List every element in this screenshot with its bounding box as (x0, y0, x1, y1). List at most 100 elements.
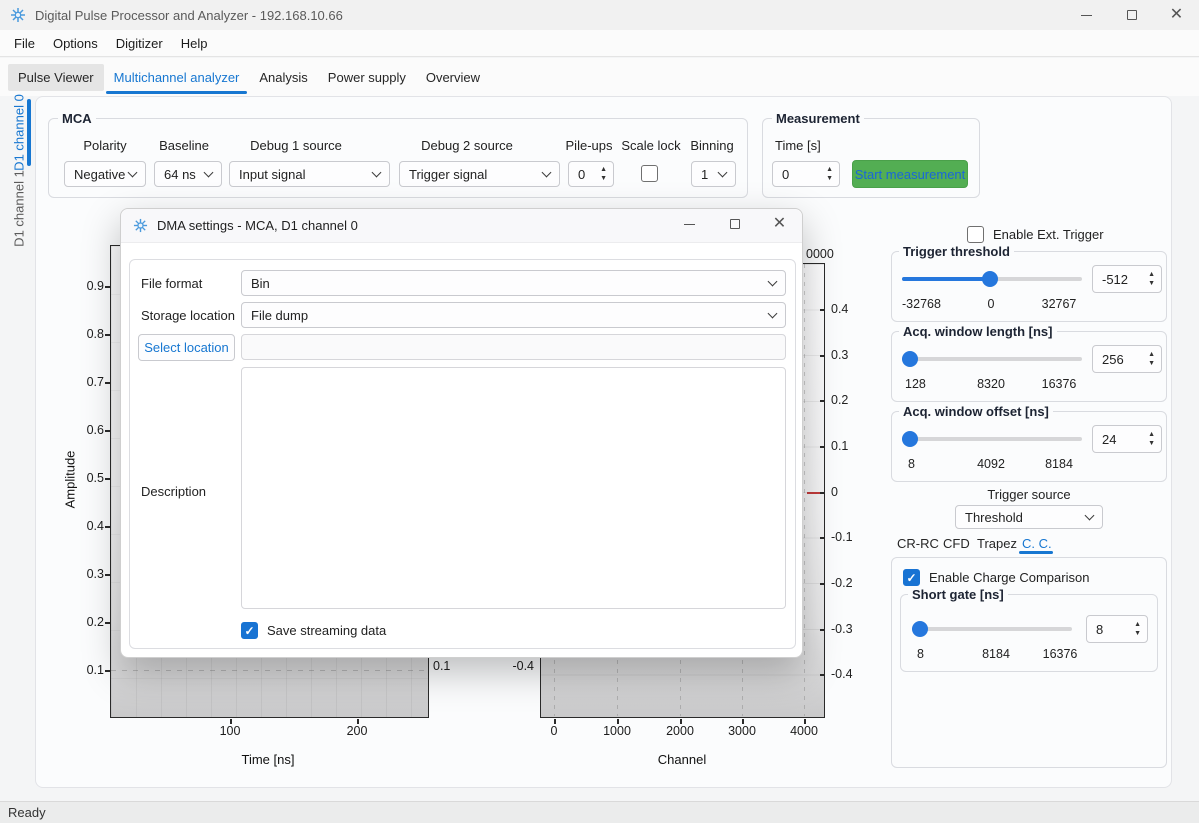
tick (105, 286, 110, 288)
acq-window-offset-slider-knob[interactable] (902, 431, 918, 447)
acq-window-length-slider-knob[interactable] (902, 351, 918, 367)
chevron-down-icon (768, 308, 778, 318)
acq-window-length-spinner[interactable]: 256 ▲▼ (1092, 345, 1162, 373)
y-tick: 0.3 (78, 567, 104, 581)
tab-charge-comparison[interactable]: C. C. (1022, 536, 1052, 551)
dialog-title: DMA settings - MCA, D1 channel 0 (157, 218, 358, 233)
start-measurement-label: Start measurement (855, 167, 966, 182)
trigger-threshold-slider-knob[interactable] (982, 271, 998, 287)
polarity-select[interactable]: Negative (64, 161, 146, 187)
spinner-arrows-icon[interactable]: ▲▼ (600, 167, 607, 182)
enable-ext-trigger-checkbox[interactable] (967, 226, 984, 243)
main-tab-bar: Pulse Viewer Multichannel analyzer Analy… (0, 58, 1199, 96)
baseline-select[interactable]: 64 ns (154, 161, 222, 187)
close-button[interactable]: ✕ (1154, 0, 1199, 30)
enable-charge-comparison-checkbox[interactable]: ✓ (903, 569, 920, 586)
dma-settings-dialog: DMA settings - MCA, D1 channel 0 ✕ File … (120, 208, 803, 658)
tab-cfd[interactable]: CFD (943, 536, 970, 551)
y-tick: 0.1 (831, 439, 848, 453)
y-tick: -0.4 (831, 667, 853, 681)
debug1-source-select[interactable]: Input signal (229, 161, 390, 187)
menu-options[interactable]: Options (44, 32, 107, 55)
time-spinner[interactable]: 0 ▲▼ (772, 161, 840, 187)
trigger-threshold-title: Trigger threshold (899, 244, 1014, 259)
tab-trapez[interactable]: Trapez (977, 536, 1017, 551)
tab-multichannel-label: Multichannel analyzer (114, 70, 240, 85)
dialog-minimize-button[interactable] (667, 209, 712, 239)
description-textarea[interactable] (241, 367, 786, 609)
menu-digitizer[interactable]: Digitizer (107, 32, 172, 55)
tick (105, 334, 110, 336)
channel-tab-d1-channel-1[interactable]: D1 channel 1 (12, 154, 27, 264)
short-gate-spinner[interactable]: 8 ▲▼ (1086, 615, 1148, 643)
application-window: Digital Pulse Processor and Analyzer - 1… (0, 0, 1199, 823)
tab-analysis[interactable]: Analysis (249, 64, 317, 91)
acq-window-offset-spinner[interactable]: 24 ▲▼ (1092, 425, 1162, 453)
dialog-title-bar[interactable]: DMA settings - MCA, D1 channel 0 ✕ (121, 209, 802, 243)
save-streaming-data-label: Save streaming data (267, 623, 386, 638)
storage-location-select[interactable]: File dump (241, 302, 786, 328)
pileups-spinner[interactable]: 0 ▲▼ (568, 161, 614, 187)
maximize-button[interactable] (1109, 0, 1154, 30)
dialog-maximize-button[interactable] (712, 209, 757, 239)
binning-label: Binning (690, 138, 733, 153)
start-measurement-button[interactable]: Start measurement (852, 160, 968, 188)
polarity-label: Polarity (83, 138, 126, 153)
y-tick: 0.1 (78, 663, 104, 677)
tab-power-supply[interactable]: Power supply (318, 64, 416, 91)
app-icon (133, 218, 148, 233)
y-tick: 0.9 (78, 279, 104, 293)
title-bar: Digital Pulse Processor and Analyzer - 1… (0, 0, 1199, 30)
mca-group (48, 118, 748, 198)
trigger-threshold-spinner[interactable]: -512 ▲▼ (1092, 265, 1162, 293)
file-format-value: Bin (251, 276, 270, 291)
tab-crrc[interactable]: CR-RC (897, 536, 939, 551)
location-path-input[interactable] (241, 334, 786, 360)
close-icon: ✕ (1170, 7, 1183, 23)
spinner-arrows-icon[interactable]: ▲▼ (1148, 352, 1155, 367)
short-gate-slider-knob[interactable] (912, 621, 928, 637)
maximize-icon (730, 219, 740, 229)
short-gate-value: 8 (1096, 622, 1103, 637)
menu-file[interactable]: File (5, 32, 44, 55)
spinner-arrows-icon[interactable]: ▲▼ (826, 167, 833, 182)
trigger-source-select[interactable]: Threshold (955, 505, 1103, 529)
tab-multichannel-analyzer[interactable]: Multichannel analyzer (104, 64, 250, 91)
chevron-down-icon (768, 276, 778, 286)
spinner-arrows-icon[interactable]: ▲▼ (1148, 432, 1155, 447)
menu-help[interactable]: Help (172, 32, 217, 55)
select-location-button[interactable]: Select location (138, 334, 235, 361)
spinner-arrows-icon[interactable]: ▲▼ (1148, 272, 1155, 287)
minimize-button[interactable] (1064, 0, 1109, 30)
binning-select[interactable]: 1 (691, 161, 736, 187)
dialog-close-button[interactable]: ✕ (757, 209, 802, 239)
tab-overview[interactable]: Overview (416, 64, 490, 91)
clipped-count-label: 0000 (806, 247, 834, 261)
tick (820, 446, 825, 448)
tick (105, 622, 110, 624)
description-label: Description (141, 484, 206, 499)
slider-mid-label: 8184 (982, 647, 1010, 661)
debug2-source-select[interactable]: Trigger signal (399, 161, 560, 187)
acq-window-offset-value: 24 (1102, 432, 1116, 447)
window-title: Digital Pulse Processor and Analyzer - 1… (35, 8, 343, 23)
gridline (111, 670, 427, 671)
y-tick: -0.1 (831, 530, 853, 544)
scale-lock-checkbox[interactable] (641, 165, 658, 182)
debug2-source-label: Debug 2 source (421, 138, 513, 153)
spinner-arrows-icon[interactable]: ▲▼ (1134, 622, 1141, 637)
save-streaming-data-checkbox[interactable]: ✓ (241, 622, 258, 639)
pileups-value: 0 (578, 167, 585, 182)
file-format-select[interactable]: Bin (241, 270, 786, 296)
acq-window-length-slider[interactable] (902, 357, 1082, 361)
time-value: 0 (782, 167, 789, 182)
acq-window-offset-slider[interactable] (902, 437, 1082, 441)
tick (105, 478, 110, 480)
short-gate-slider[interactable] (912, 627, 1072, 631)
left-axis-tick: -0.4 (508, 659, 534, 673)
y-tick: 0.2 (831, 393, 848, 407)
slider-fill (902, 277, 990, 281)
tick (820, 400, 825, 402)
trigger-threshold-value: -512 (1102, 272, 1128, 287)
y-tick: 0 (831, 485, 838, 499)
